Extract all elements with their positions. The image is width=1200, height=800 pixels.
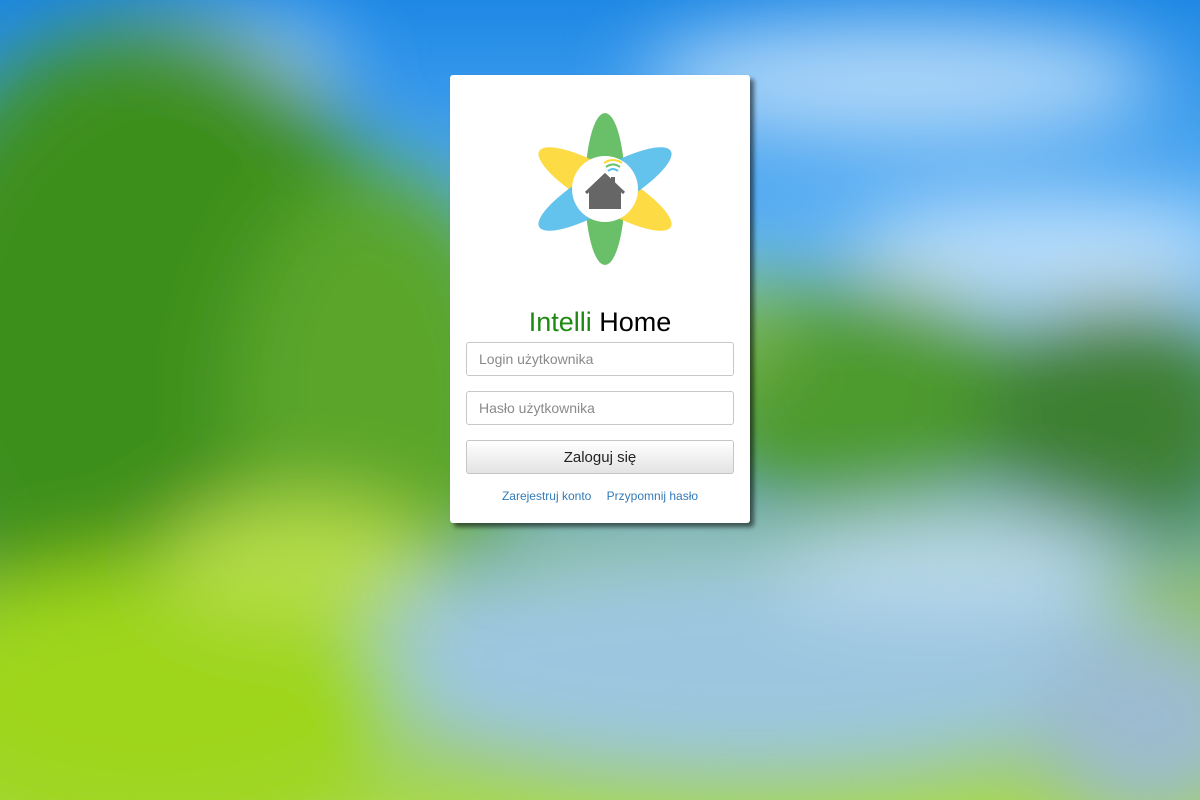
app-title-intelli: Intelli — [528, 307, 592, 337]
remind-password-link[interactable]: Przypomnij hasło — [607, 489, 698, 503]
password-input[interactable] — [466, 391, 734, 425]
username-input[interactable] — [466, 342, 734, 376]
auth-links: Zarejestruj konto Przypomnij hasło — [450, 489, 750, 503]
app-title-home: Home — [599, 307, 672, 337]
login-card: Intelli Home Zaloguj się Zarejestruj kon… — [450, 75, 750, 523]
register-link[interactable]: Zarejestruj konto — [502, 489, 591, 503]
app-title: Intelli Home — [450, 305, 750, 339]
login-button[interactable]: Zaloguj się — [466, 440, 734, 474]
flower-house-wifi-icon — [538, 113, 672, 265]
